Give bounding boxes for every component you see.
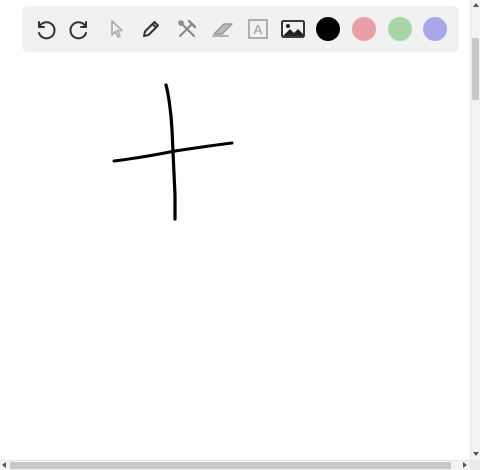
- scroll-right-arrow-icon[interactable]: [463, 462, 467, 468]
- scroll-up-arrow-icon[interactable]: [473, 3, 479, 7]
- redo-icon: [69, 21, 87, 40]
- color-swatch-green[interactable]: [388, 17, 412, 41]
- scroll-down-arrow-icon[interactable]: [473, 452, 479, 456]
- eraser-icon: [212, 23, 233, 37]
- text-box-icon: A: [248, 19, 268, 39]
- scroll-left-arrow-icon[interactable]: [2, 462, 6, 468]
- color-swatch-pink[interactable]: [352, 17, 376, 41]
- drawing-canvas[interactable]: [0, 0, 470, 460]
- pencil-tool-button[interactable]: [137, 15, 165, 43]
- vertical-scrollbar[interactable]: [470, 0, 480, 460]
- shapes-tool-button[interactable]: [173, 15, 201, 43]
- color-swatch-lavender[interactable]: [423, 17, 447, 41]
- undo-icon: [38, 21, 56, 40]
- pencil-icon: [143, 21, 159, 37]
- drawing-toolbar: A: [22, 6, 459, 52]
- select-pointer-icon: [111, 20, 123, 38]
- image-tool-button[interactable]: [279, 15, 307, 43]
- tools-crossed-icon: [178, 19, 197, 37]
- horizontal-scrollbar[interactable]: [0, 460, 470, 470]
- select-tool-button[interactable]: [102, 15, 130, 43]
- image-icon: [281, 20, 305, 38]
- color-swatch-black[interactable]: [316, 17, 340, 41]
- drawing-layer: [112, 83, 234, 221]
- vertical-scroll-thumb[interactable]: [472, 38, 479, 100]
- scrollbar-corner: [470, 460, 480, 470]
- eraser-tool-button[interactable]: [209, 15, 237, 43]
- undo-button[interactable]: [31, 15, 59, 43]
- text-tool-button[interactable]: A: [244, 15, 272, 43]
- text-tool-label: A: [254, 22, 263, 37]
- redo-button[interactable]: [66, 15, 94, 43]
- horizontal-scroll-thumb[interactable]: [10, 462, 451, 469]
